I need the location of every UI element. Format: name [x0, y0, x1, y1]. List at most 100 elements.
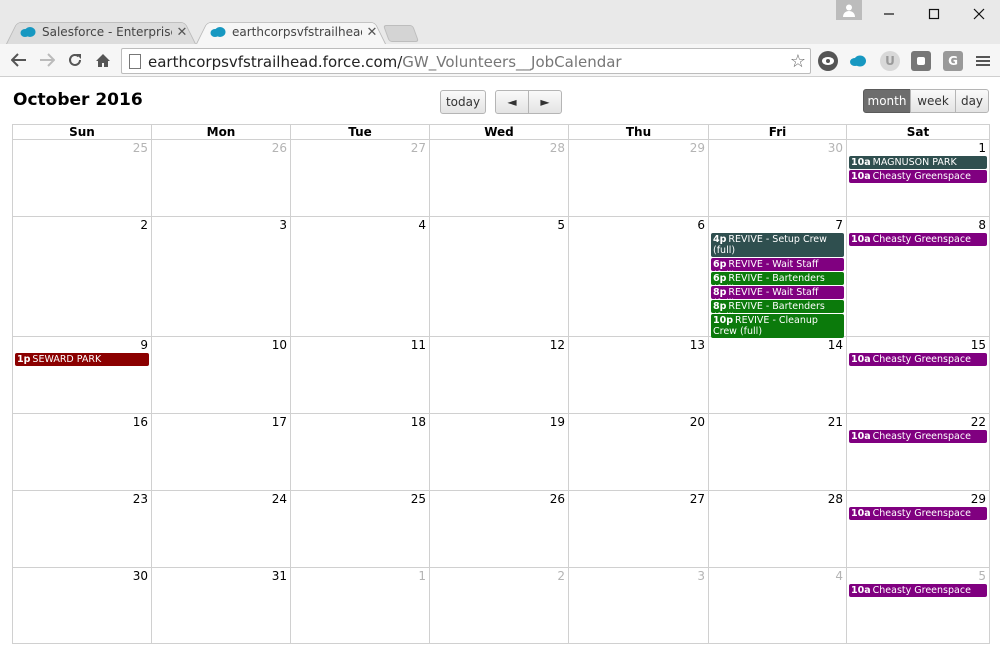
- calendar-event[interactable]: 10a Cheasty Greenspace: [849, 233, 987, 246]
- day-cell[interactable]: 12: [430, 337, 569, 413]
- day-cell[interactable]: 26: [152, 140, 291, 216]
- extension-cloud-icon[interactable]: [848, 51, 868, 71]
- month-view-button[interactable]: month: [863, 89, 911, 113]
- day-cell[interactable]: 3: [152, 217, 291, 336]
- calendar-event[interactable]: 10a Cheasty Greenspace: [849, 507, 987, 520]
- day-cell[interactable]: 16: [13, 414, 152, 490]
- back-arrow-icon[interactable]: [9, 50, 29, 70]
- day-cell[interactable]: 5 10a Cheasty Greenspace: [847, 568, 989, 643]
- bookmark-star-icon[interactable]: ☆: [790, 51, 806, 72]
- day-number: 6: [697, 218, 705, 232]
- minimize-icon[interactable]: [877, 3, 901, 25]
- calendar-event[interactable]: 6pREVIVE - Wait Staff (full): [711, 258, 844, 271]
- day-cell[interactable]: 9 1p SEWARD PARK: [13, 337, 152, 413]
- extension-eye-icon[interactable]: [818, 51, 838, 71]
- tab-salesforce[interactable]: Salesforce - Enterprise Edi ✕: [6, 19, 196, 44]
- day-cell[interactable]: 1 10a MAGNUSON PARK 10a Cheasty Greenspace: [847, 140, 989, 216]
- calendar-event[interactable]: 10a Cheasty Greenspace: [849, 170, 987, 183]
- day-number: 28: [549, 141, 565, 155]
- event-time: 8p: [713, 287, 727, 298]
- day-cell[interactable]: 21: [709, 414, 847, 490]
- day-cell[interactable]: 10: [152, 337, 291, 413]
- reload-icon[interactable]: [65, 50, 85, 70]
- prev-button[interactable]: ◄: [495, 90, 529, 114]
- weekday-header: Sun: [13, 125, 152, 140]
- day-cell[interactable]: 6: [569, 217, 709, 336]
- calendar-event[interactable]: 10a Cheasty Greenspace: [849, 353, 987, 366]
- day-cell[interactable]: 14: [709, 337, 847, 413]
- week-view-button[interactable]: week: [910, 89, 956, 113]
- weekday-header: Tue: [291, 125, 430, 140]
- new-tab-button[interactable]: [382, 25, 420, 42]
- day-cell[interactable]: 3: [569, 568, 709, 643]
- day-cell[interactable]: 30: [13, 568, 152, 643]
- extension-shield-icon[interactable]: [911, 51, 931, 71]
- calendar-event[interactable]: 4p REVIVE - Setup Crew (full): [711, 233, 844, 257]
- day-number: 25: [132, 141, 148, 155]
- extension-g-icon[interactable]: G: [943, 51, 963, 71]
- day-cell[interactable]: 28: [430, 140, 569, 216]
- event-time: 6p: [713, 259, 727, 270]
- day-cell[interactable]: 1: [291, 568, 430, 643]
- day-number: 21: [827, 415, 843, 429]
- day-cell[interactable]: 30: [709, 140, 847, 216]
- calendar-event[interactable]: 8pREVIVE - Wait Staff (full): [711, 286, 844, 299]
- day-cell[interactable]: 27: [569, 491, 709, 567]
- url-text[interactable]: earthcorpsvfstrailhead.force.com/GW_Volu…: [148, 53, 622, 71]
- day-cell[interactable]: 19: [430, 414, 569, 490]
- day-cell[interactable]: 4: [291, 217, 430, 336]
- day-cell[interactable]: 29: [569, 140, 709, 216]
- next-button[interactable]: ►: [528, 90, 562, 114]
- day-cell[interactable]: 25: [291, 491, 430, 567]
- day-cell[interactable]: 13: [569, 337, 709, 413]
- close-tab-icon[interactable]: ✕: [176, 25, 188, 40]
- day-cell[interactable]: 17: [152, 414, 291, 490]
- maximize-icon[interactable]: [922, 3, 946, 25]
- day-cell[interactable]: 2: [13, 217, 152, 336]
- day-cell[interactable]: 15 10a Cheasty Greenspace: [847, 337, 989, 413]
- close-tab-icon[interactable]: ✕: [366, 25, 378, 40]
- address-bar[interactable]: earthcorpsvfstrailhead.force.com/GW_Volu…: [121, 48, 811, 74]
- day-cell[interactable]: 20: [569, 414, 709, 490]
- menu-icon[interactable]: [973, 51, 993, 71]
- event-title: Cheasty Greenspace: [872, 171, 971, 182]
- day-cell[interactable]: 22 10a Cheasty Greenspace: [847, 414, 989, 490]
- day-view-button[interactable]: day: [955, 89, 989, 113]
- day-cell[interactable]: 2: [430, 568, 569, 643]
- day-cell[interactable]: 18: [291, 414, 430, 490]
- event-time: 10a: [851, 431, 871, 442]
- home-icon[interactable]: [93, 50, 113, 70]
- day-cell[interactable]: 5: [430, 217, 569, 336]
- day-number: 4: [835, 569, 843, 583]
- calendar-event[interactable]: 6pREVIVE - Bartenders (full): [711, 272, 844, 285]
- forward-arrow-icon[interactable]: [37, 50, 57, 70]
- week-row: 9 1p SEWARD PARK 10 11 12 13 14 15 10a Cheasty Gre…: [13, 337, 989, 414]
- day-cell[interactable]: 8 10a Cheasty Greenspace: [847, 217, 989, 336]
- tab-job-calendar[interactable]: earthcorpsvfstrailhead.forc ✕: [196, 19, 386, 44]
- day-cell[interactable]: 28: [709, 491, 847, 567]
- day-cell[interactable]: 31: [152, 568, 291, 643]
- day-number: 29: [689, 141, 705, 155]
- today-button[interactable]: today: [440, 90, 486, 114]
- weekday-header: Thu: [569, 125, 709, 140]
- day-cell[interactable]: 24: [152, 491, 291, 567]
- calendar-event[interactable]: 1p SEWARD PARK: [15, 353, 149, 366]
- day-cell[interactable]: 25: [13, 140, 152, 216]
- calendar-event[interactable]: 10a Cheasty Greenspace: [849, 430, 987, 443]
- day-cell[interactable]: 26: [430, 491, 569, 567]
- calendar-event[interactable]: 10p REVIVE - Cleanup Crew (full): [711, 314, 844, 338]
- day-cell[interactable]: 11: [291, 337, 430, 413]
- day-cell[interactable]: 29 10a Cheasty Greenspace: [847, 491, 989, 567]
- calendar-event[interactable]: 10a MAGNUSON PARK: [849, 156, 987, 169]
- day-cell[interactable]: 27: [291, 140, 430, 216]
- extension-u-icon[interactable]: U: [880, 51, 900, 71]
- day-number: 24: [271, 492, 287, 506]
- day-cell[interactable]: 4: [709, 568, 847, 643]
- profile-icon[interactable]: [836, 0, 862, 20]
- calendar-event[interactable]: 8pREVIVE - Bartenders (full): [711, 300, 844, 313]
- day-number: 3: [279, 218, 287, 232]
- close-window-icon[interactable]: [967, 3, 991, 25]
- day-cell[interactable]: 7 4p REVIVE - Setup Crew (full) 6p REVIVE - …: [709, 217, 847, 338]
- calendar-event[interactable]: 10a Cheasty Greenspace: [849, 584, 987, 597]
- day-cell[interactable]: 23: [13, 491, 152, 567]
